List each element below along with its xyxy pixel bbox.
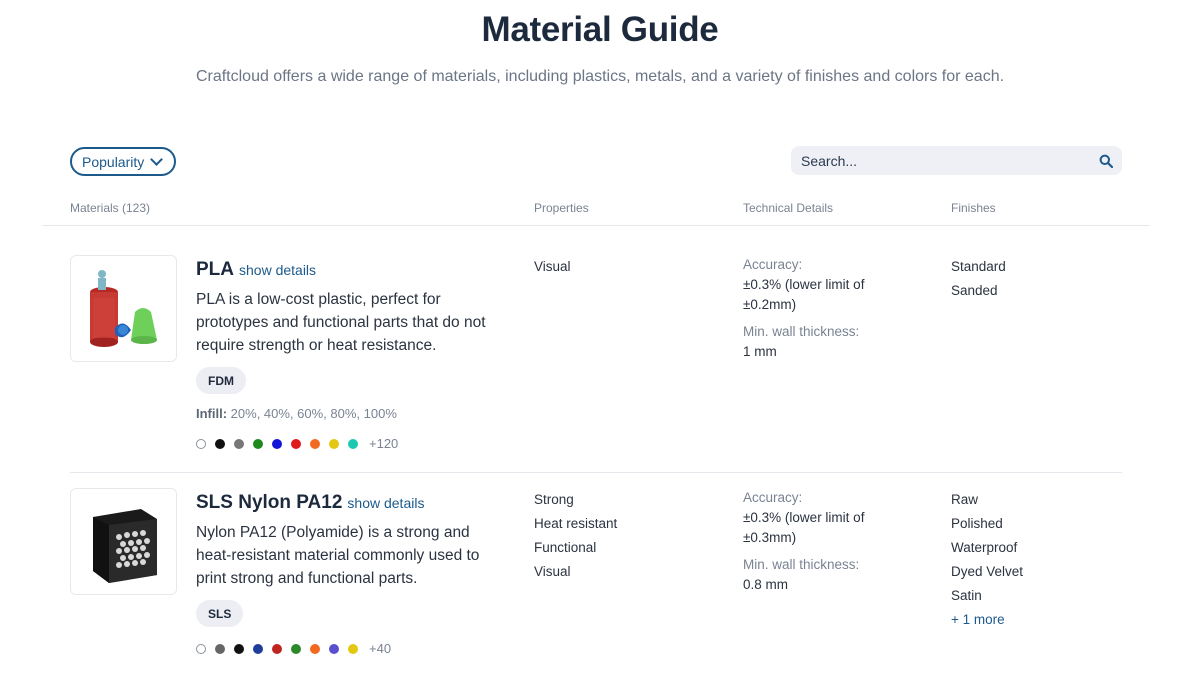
column-header-properties: Properties bbox=[534, 201, 589, 215]
material-description: PLA is a low-cost plastic, perfect for p… bbox=[196, 291, 486, 354]
technical-details: Accuracy: ±0.3% (lower limit of ±0.3mm) … bbox=[743, 488, 913, 595]
property-item: Visual bbox=[534, 564, 571, 579]
search-box[interactable] bbox=[791, 146, 1122, 175]
material-image-pla[interactable] bbox=[70, 255, 177, 362]
search-icon[interactable] bbox=[1098, 153, 1114, 169]
more-colors-count[interactable]: +40 bbox=[369, 641, 391, 656]
property-item: Visual bbox=[534, 259, 571, 274]
color-swatch[interactable] bbox=[329, 438, 339, 449]
color-swatch[interactable] bbox=[196, 438, 206, 449]
material-name: SLS Nylon PA12 show details bbox=[196, 492, 424, 514]
column-header-finishes: Finishes bbox=[951, 201, 996, 215]
color-swatches: +40 bbox=[196, 641, 391, 656]
color-swatch[interactable] bbox=[348, 643, 358, 654]
color-swatch[interactable] bbox=[310, 438, 320, 449]
finish-item: Raw bbox=[951, 492, 979, 507]
accuracy-label: Accuracy: bbox=[743, 490, 803, 505]
row-divider bbox=[70, 472, 1122, 473]
accuracy-label: Accuracy: bbox=[743, 257, 803, 272]
page-subtitle: Craftcloud offers a wide range of materi… bbox=[195, 68, 1005, 85]
finish-item: Dyed Velvet bbox=[951, 564, 1024, 579]
sort-dropdown[interactable]: Popularity bbox=[70, 147, 176, 176]
column-header-materials: Materials (123) bbox=[70, 201, 151, 215]
search-input[interactable] bbox=[801, 152, 1098, 169]
infill-label: Infill: bbox=[196, 406, 228, 421]
finishes-list: Standard Sanded bbox=[951, 255, 1006, 303]
finish-item: Polished bbox=[951, 516, 1003, 531]
color-swatch[interactable] bbox=[196, 643, 206, 654]
color-swatch[interactable] bbox=[272, 643, 282, 654]
color-swatch[interactable] bbox=[348, 438, 358, 449]
property-item: Functional bbox=[534, 540, 597, 555]
color-swatch[interactable] bbox=[215, 643, 225, 654]
color-swatch[interactable] bbox=[234, 438, 244, 449]
finish-item: Satin bbox=[951, 588, 982, 603]
finish-item: Sanded bbox=[951, 283, 998, 298]
color-swatch[interactable] bbox=[215, 438, 225, 449]
properties-list: Strong Heat resistant Functional Visual bbox=[534, 488, 617, 584]
infill-values: 20%, 40%, 60%, 80%, 100% bbox=[230, 406, 397, 421]
material-description: Nylon PA12 (Polyamide) is a strong and h… bbox=[196, 524, 480, 587]
accuracy-value: ±0.3% (lower limit of ±0.3mm) bbox=[743, 510, 865, 545]
material-name: PLA show details bbox=[196, 259, 316, 281]
accuracy-value: ±0.3% (lower limit of ±0.2mm) bbox=[743, 277, 865, 312]
show-details-link[interactable]: show details bbox=[347, 495, 424, 511]
color-swatch[interactable] bbox=[329, 643, 339, 654]
color-swatch[interactable] bbox=[310, 643, 320, 654]
technology-badge: FDM bbox=[196, 367, 246, 394]
material-title: SLS Nylon PA12 bbox=[196, 492, 343, 513]
sort-dropdown-label: Popularity bbox=[82, 153, 145, 170]
material-title: PLA bbox=[196, 259, 234, 280]
color-swatch[interactable] bbox=[253, 438, 263, 449]
wall-thickness-label: Min. wall thickness: bbox=[743, 324, 860, 339]
wall-thickness-value: 1 mm bbox=[743, 344, 777, 359]
properties-list: Visual bbox=[534, 255, 571, 279]
finish-item: Waterproof bbox=[951, 540, 1018, 555]
color-swatch[interactable] bbox=[234, 643, 244, 654]
finish-item: Standard bbox=[951, 259, 1006, 274]
property-item: Strong bbox=[534, 492, 574, 507]
technical-details: Accuracy: ±0.3% (lower limit of ±0.2mm) … bbox=[743, 255, 913, 362]
wall-thickness-value: 0.8 mm bbox=[743, 577, 789, 592]
show-details-link[interactable]: show details bbox=[239, 262, 316, 278]
header-divider bbox=[42, 225, 1150, 226]
property-item: Heat resistant bbox=[534, 516, 618, 531]
material-image-sls-nylon[interactable] bbox=[70, 488, 177, 595]
color-swatch[interactable] bbox=[272, 438, 282, 449]
color-swatches: +120 bbox=[196, 436, 398, 451]
more-colors-count[interactable]: +120 bbox=[369, 436, 398, 451]
technology-badge: SLS bbox=[196, 600, 244, 627]
page-title: Material Guide bbox=[481, 10, 719, 49]
more-finishes-link[interactable]: + 1 more bbox=[951, 608, 1023, 632]
finishes-list: Raw Polished Waterproof Dyed Velvet Sati… bbox=[951, 488, 1023, 632]
column-header-technical-details: Technical Details bbox=[743, 201, 834, 215]
wall-thickness-label: Min. wall thickness: bbox=[743, 557, 860, 572]
color-swatch[interactable] bbox=[253, 643, 263, 654]
color-swatch[interactable] bbox=[291, 643, 301, 654]
infill-info: Infill: 20%, 40%, 60%, 80%, 100% bbox=[196, 406, 397, 421]
color-swatch[interactable] bbox=[291, 438, 301, 449]
chevron-down-icon bbox=[150, 152, 164, 166]
